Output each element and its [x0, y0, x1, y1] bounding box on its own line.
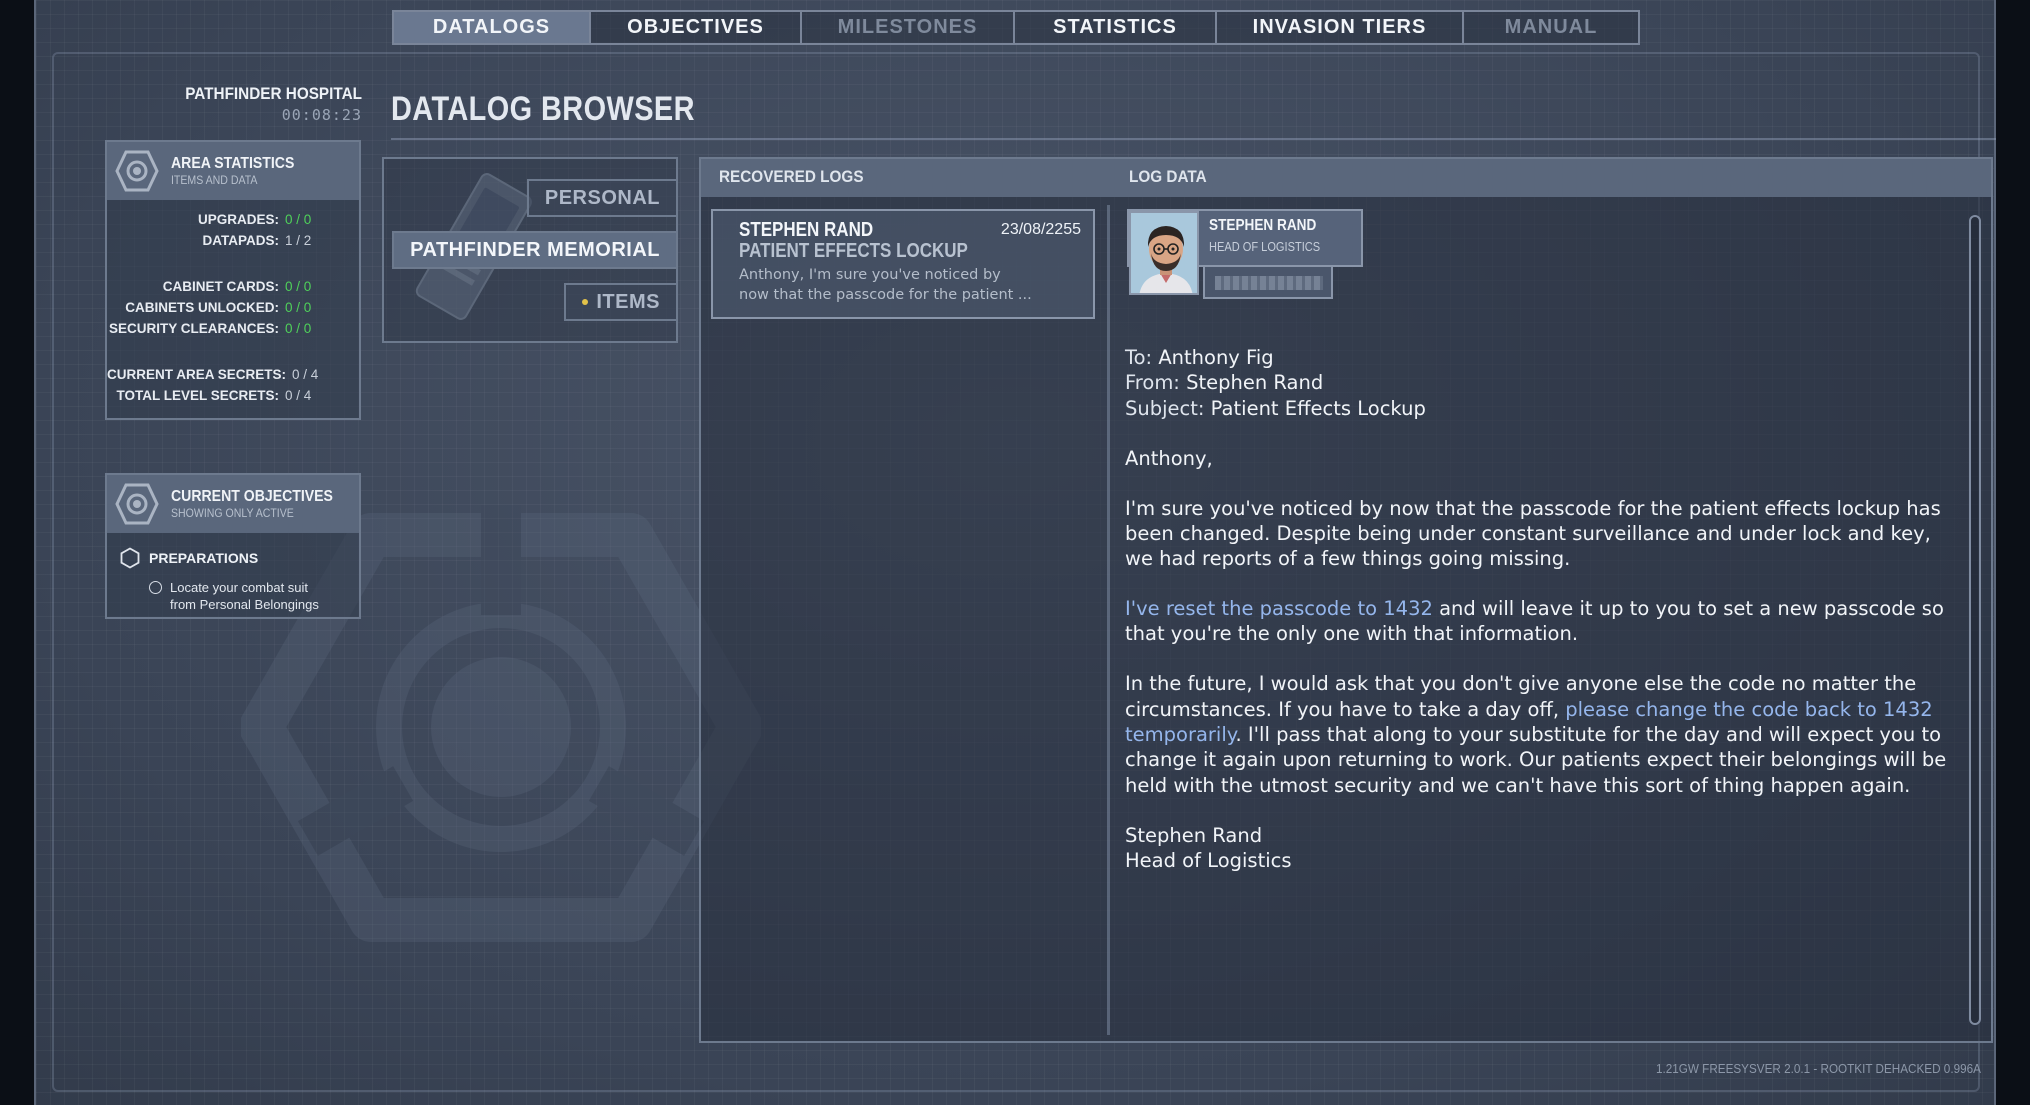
stat-datapads: DATAPADS: 1 / 2: [202, 233, 312, 248]
location-name: PATHFINDER HOSPITAL: [185, 84, 362, 103]
datalog-category-panel: PERSONAL PATHFINDER MEMORIAL ITEMS: [382, 157, 678, 343]
portrait-icon: [1131, 213, 1197, 293]
log-entry-author: STEPHEN RAND: [739, 219, 874, 241]
log-viewer-panel: RECOVERED LOGS LOG DATA STEPHEN RAND 23/…: [699, 157, 1993, 1043]
log-subject-line: Subject: Patient Effects Lockup: [1125, 396, 1426, 420]
category-personal-button[interactable]: PERSONAL: [526, 179, 676, 217]
objective-group-title: PREPARATIONS: [119, 547, 359, 569]
stat-upgrades: UPGRADES: 0 / 0: [197, 212, 312, 227]
log-entry-preview: Anthony, I'm sure you've noticed by now …: [739, 267, 1032, 303]
category-pathfinder-memorial-button[interactable]: PATHFINDER MEMORIAL: [392, 231, 676, 269]
current-objectives-title: CURRENT OBJECTIVES: [171, 488, 333, 505]
column-divider: [1107, 205, 1110, 1035]
log-header-lines: To: Anthony Fig From: Stephen Rand Subje…: [1125, 345, 1955, 421]
hexagon-outline-icon: [120, 547, 140, 569]
author-role: HEAD OF LOGISTICS: [1209, 239, 1321, 254]
log-greeting: Anthony,: [1125, 446, 1213, 470]
stat-security-clearances: SECURITY CLEARANCES: 0 / 0: [108, 321, 312, 336]
free-memory-label: 1.21GW FREE: [1656, 1061, 1734, 1076]
category-items-button[interactable]: ITEMS: [564, 283, 676, 321]
system-version-label: SYSVER 2.0.1 - ROOTKIT DEHACKED 0.996A: [1733, 1061, 1981, 1076]
author-name: STEPHEN RAND: [1209, 217, 1317, 234]
hex-emblem-icon: [115, 150, 159, 192]
system-footer: 1.21GW FREE SYSVER 2.0.1 - ROOTKIT DEHAC…: [1656, 1061, 1981, 1076]
top-tab-bar: DATALOGS OBJECTIVES MILESTONES STATISTIC…: [392, 10, 1640, 45]
current-objectives-header: CURRENT OBJECTIVES SHOWING ONLY ACTIVE: [107, 475, 359, 533]
avatar: [1129, 211, 1199, 295]
page-title: DATALOG BROWSER: [391, 90, 695, 128]
tab-datalogs[interactable]: DATALOGS: [394, 12, 591, 43]
redacted-id: [1215, 276, 1323, 290]
tab-objectives[interactable]: OBJECTIVES: [591, 12, 802, 43]
log-data-heading: LOG DATA: [1129, 167, 1207, 186]
objective-item: Locate your combat suit from Personal Be…: [149, 579, 359, 613]
hex-emblem-icon: [115, 483, 159, 525]
passcode-highlight: I've reset the passcode to 1432: [1125, 597, 1433, 621]
stat-cabinet-cards: CABINET CARDS: 0 / 0: [162, 279, 312, 294]
stat-total-level-secrets: TOTAL LEVEL SECRETS: 0 / 4: [116, 388, 312, 403]
title-divider: [391, 138, 1996, 140]
log-entry-date: 23/08/2255: [1000, 221, 1081, 238]
log-list-item[interactable]: STEPHEN RAND 23/08/2255 PATIENT EFFECTS …: [711, 209, 1095, 319]
tab-statistics[interactable]: STATISTICS: [1015, 12, 1217, 43]
current-objectives-panel: CURRENT OBJECTIVES SHOWING ONLY ACTIVE P…: [105, 473, 361, 619]
tab-invasion-tiers[interactable]: INVASION TIERS: [1217, 12, 1464, 43]
log-paragraph: In the future, I would ask that you don'…: [1125, 672, 1947, 797]
objective-group: PREPARATIONS Locate your combat suit fro…: [107, 533, 359, 613]
log-entry-subject: PATIENT EFFECTS LOCKUP: [739, 240, 968, 262]
log-scrollbar[interactable]: [1969, 215, 1981, 1025]
current-objectives-subtitle: SHOWING ONLY ACTIVE: [171, 506, 294, 520]
log-signature: Stephen Rand Head of Logistics: [1125, 823, 1292, 872]
stat-current-area-secrets: CURRENT AREA SECRETS: 0 / 4: [107, 367, 319, 382]
area-statistics-panel: AREA STATISTICS ITEMS AND DATA UPGRADES:…: [105, 140, 361, 420]
elapsed-time: 00:08:23: [281, 106, 362, 124]
log-to-line: To: Anthony Fig: [1125, 346, 1274, 369]
new-item-indicator-icon: [582, 299, 589, 305]
log-paragraph: I'm sure you've noticed by now that the …: [1125, 496, 1941, 571]
log-viewer-header: RECOVERED LOGS LOG DATA: [701, 159, 1991, 197]
author-card: STEPHEN RAND HEAD OF LOGISTICS: [1127, 209, 1363, 307]
stat-cabinets-unlocked: CABINETS UNLOCKED: 0 / 0: [125, 300, 312, 315]
recovered-logs-heading: RECOVERED LOGS: [719, 167, 864, 186]
author-id-bar: [1203, 265, 1333, 299]
area-statistics-header: AREA STATISTICS ITEMS AND DATA: [107, 142, 359, 200]
game-menu-frame: DATALOGS OBJECTIVES MILESTONES STATISTIC…: [34, 0, 1996, 1105]
area-statistics-title: AREA STATISTICS: [171, 155, 295, 172]
log-body: To: Anthony Fig From: Stephen Rand Subje…: [1125, 345, 1955, 873]
tab-milestones[interactable]: MILESTONES: [802, 12, 1015, 43]
log-from-line: From: Stephen Rand: [1125, 371, 1324, 395]
area-statistics-subtitle: ITEMS AND DATA: [171, 173, 258, 187]
tab-manual[interactable]: MANUAL: [1464, 12, 1638, 43]
log-paragraph: I've reset the passcode to 1432 and will…: [1125, 597, 1944, 646]
objective-checkbox-icon: [149, 581, 162, 594]
